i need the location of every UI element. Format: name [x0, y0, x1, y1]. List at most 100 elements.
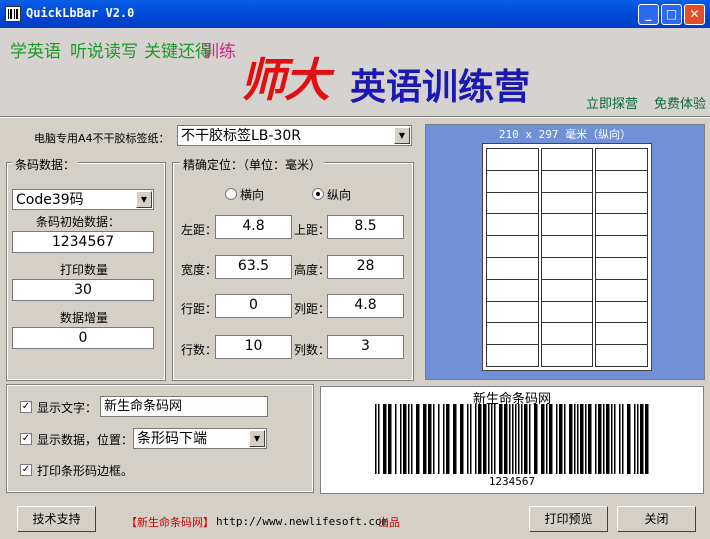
height-input[interactable]: 28 [327, 255, 404, 279]
orient-portrait-label: 纵向 [327, 188, 352, 202]
preview-label-cell [540, 235, 594, 258]
increment-label: 数据增量 [60, 311, 109, 325]
barcode-number: 1234567 [488, 475, 536, 488]
barcode-bar [438, 404, 440, 474]
barcode-bar [645, 404, 649, 474]
preview-label-cell [595, 322, 648, 346]
barcode-bar [518, 404, 520, 474]
check-icon: ✓ [21, 401, 31, 412]
chevron-down-icon[interactable]: ▼ [394, 127, 410, 144]
orient-landscape-label: 横向 [240, 188, 265, 202]
banner-mid-text: 英语训练营 [350, 66, 531, 108]
preview-label-cell [540, 278, 594, 302]
barcode-bars [375, 404, 649, 474]
banner-slogan-1: 学英语 [10, 42, 61, 62]
show-data-label: 显示数据，位置： [37, 433, 134, 447]
tech-support-button[interactable]: 技术支持 [17, 506, 96, 532]
barcode-bar [499, 404, 503, 474]
banner-link-signup[interactable]: 立即探营 [586, 93, 638, 112]
preview-label-cell [486, 191, 539, 215]
barcode-bar [467, 404, 469, 474]
barcode-bar [453, 404, 457, 474]
barcode-bar [488, 404, 490, 474]
banner-link-trial[interactable]: 免费体验 [654, 93, 706, 112]
width-input[interactable]: 63.5 [215, 255, 292, 279]
barcode-bar [577, 404, 579, 474]
preview-label-cell [540, 300, 594, 324]
barcode-bar [611, 404, 613, 474]
barcode-bar [521, 404, 523, 474]
close-window-button[interactable]: ✕ [684, 4, 705, 25]
barcode-bar [395, 404, 397, 474]
show-text-label: 显示文字： [37, 401, 98, 415]
maximize-button[interactable]: □ [661, 4, 682, 25]
barcode-bar [559, 404, 563, 474]
top-margin-input[interactable]: 8.5 [327, 215, 404, 239]
preview-label-cell [595, 344, 648, 367]
preview-label-cell [595, 191, 648, 215]
barcode-bar [411, 404, 413, 474]
cols-input[interactable]: 3 [327, 335, 404, 359]
col-gap-input[interactable]: 4.8 [327, 294, 404, 318]
barcode-bar [622, 404, 624, 474]
barcode-bar [556, 404, 558, 474]
preview-label-cell [595, 213, 648, 237]
preview-label-cell [486, 169, 539, 193]
preview-label-cell [595, 235, 648, 258]
barcode-bar [460, 404, 464, 474]
show-data-checkbox[interactable]: ✓ [20, 433, 32, 445]
barcode-bar [529, 404, 531, 474]
paper-label: 电脑专用A4不干胶标签纸： [34, 132, 170, 145]
check-icon: ✓ [21, 433, 31, 444]
barcode-bar [541, 404, 545, 474]
preview-label-cell [540, 148, 594, 171]
barcode-type-select[interactable]: Code39码 ▼ [12, 189, 154, 210]
show-text-checkbox[interactable]: ✓ [20, 401, 32, 413]
barcode-bar [475, 404, 477, 474]
barcode-bar [478, 404, 482, 474]
increment-input[interactable]: 0 [12, 327, 154, 349]
window-title: QuickLbBar V2.0 [26, 6, 135, 20]
barcode-bar [598, 404, 602, 474]
minimize-button[interactable]: _ [638, 4, 659, 25]
initial-data-input[interactable]: 1234567 [12, 231, 154, 253]
footer-url-link[interactable]: http://www.newlifesoft.com [216, 515, 388, 528]
barcode-bar [388, 404, 392, 474]
preview-label-cell [486, 148, 539, 171]
barcode-bar [524, 404, 528, 474]
barcode-bar [504, 404, 508, 474]
barcode-bar [470, 404, 472, 474]
barcode-bar [640, 404, 644, 474]
chevron-down-icon[interactable]: ▼ [136, 191, 152, 208]
chevron-down-icon[interactable]: ▼ [249, 430, 265, 447]
data-position-value: 条形码下端 [137, 431, 207, 447]
minimize-icon: _ [645, 7, 652, 21]
paper-select[interactable]: 不干胶标签LB-30R ▼ [177, 125, 412, 146]
rows-input[interactable]: 10 [215, 335, 292, 359]
print-qty-input[interactable]: 30 [12, 279, 154, 301]
orient-landscape-radio[interactable] [225, 188, 237, 200]
preview-paper [482, 143, 652, 371]
print-preview-button[interactable]: 打印预览 [529, 506, 608, 532]
barcode-bar [378, 404, 380, 474]
cols-label: 列数： [294, 343, 331, 357]
barcode-bar [574, 404, 576, 474]
preview-label-cell [486, 235, 539, 258]
banner-slogan-3b: 训练 [202, 42, 236, 62]
close-button[interactable]: 关闭 [617, 506, 696, 532]
show-text-input[interactable]: 新生命条码网 [100, 396, 268, 417]
paper-select-value: 不干胶标签LB-30R [181, 128, 301, 144]
barcode-bar [400, 404, 402, 474]
data-position-select[interactable]: 条形码下端 ▼ [133, 428, 267, 449]
barcode-bar [534, 404, 538, 474]
preview-label-cell [595, 169, 648, 193]
orient-portrait-radio[interactable] [312, 188, 324, 200]
row-gap-input[interactable]: 0 [215, 294, 292, 318]
footer-brand: 【新生命条码网】 [126, 516, 214, 529]
preview-label-cell [595, 257, 648, 280]
print-border-checkbox[interactable]: ✓ [20, 464, 32, 476]
barcode-bar [580, 404, 584, 474]
left-margin-input[interactable]: 4.8 [215, 215, 292, 239]
print-qty-label: 打印数量 [60, 263, 109, 277]
barcode-bar [408, 404, 410, 474]
